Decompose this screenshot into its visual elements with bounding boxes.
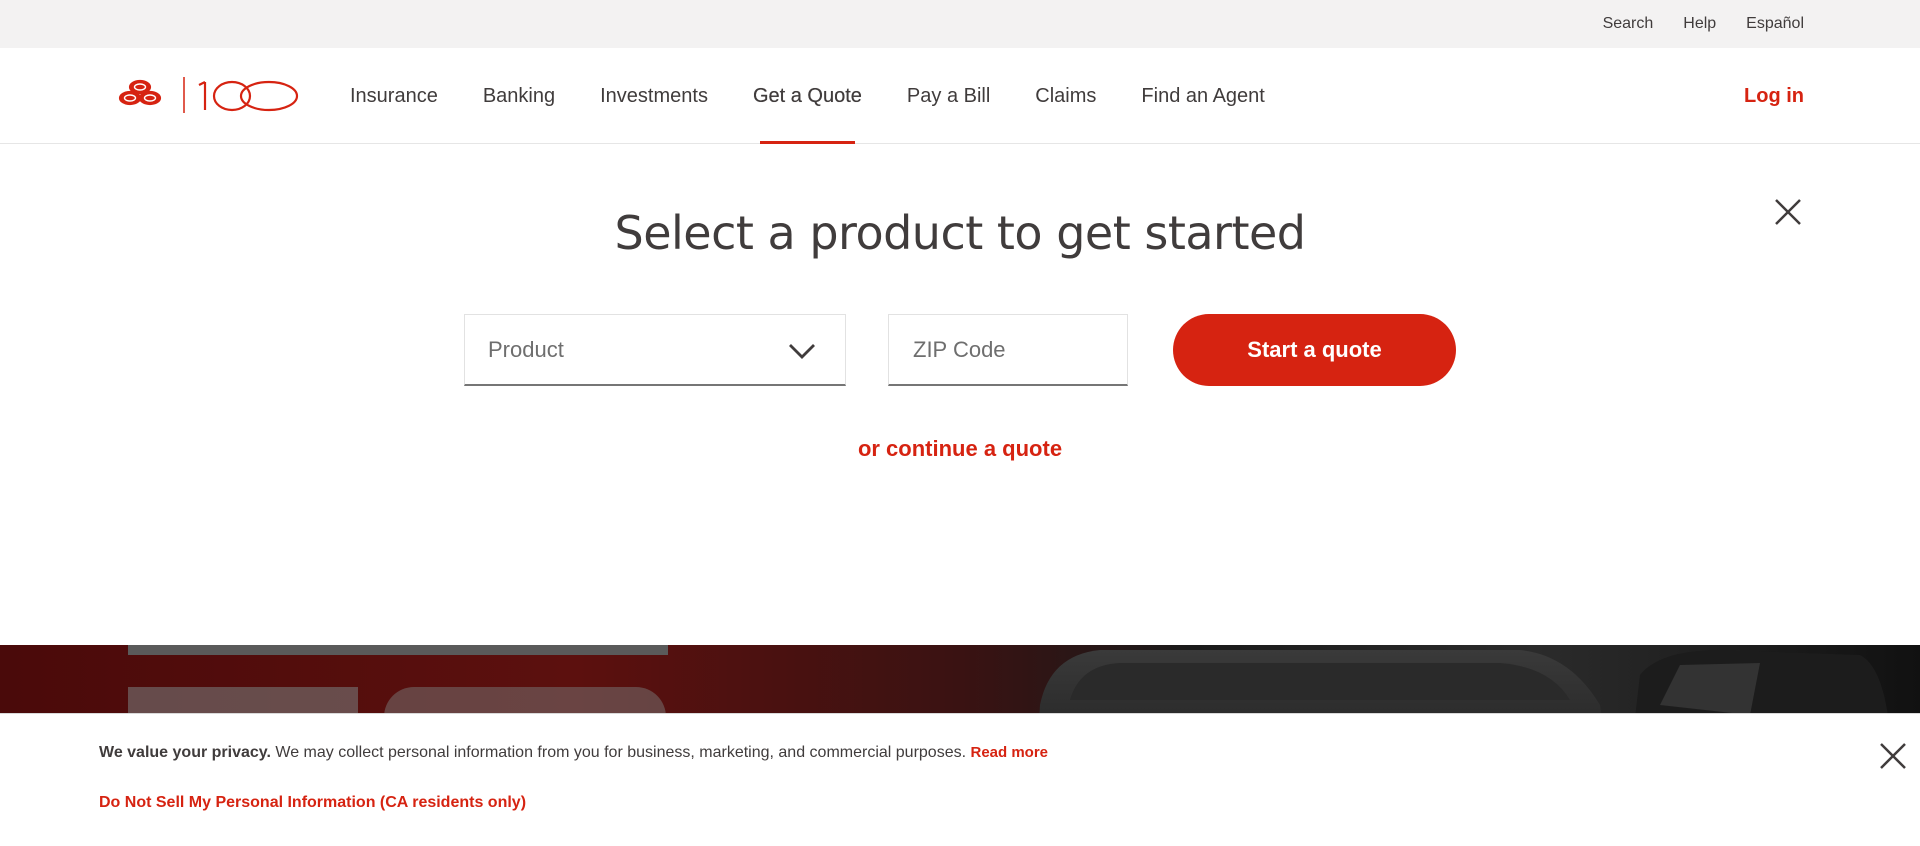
nav-pay-a-bill[interactable]: Pay a Bill	[907, 48, 990, 144]
login-link[interactable]: Log in	[1744, 48, 1804, 144]
utility-help-link[interactable]: Help	[1683, 15, 1716, 33]
privacy-banner: We value your privacy. We may collect pe…	[0, 713, 1920, 846]
nav-get-a-quote[interactable]: Get a Quote	[753, 48, 862, 144]
utility-links: Search Help Español	[1603, 0, 1804, 48]
chevron-down-icon	[789, 344, 815, 359]
nav-find-an-agent[interactable]: Find an Agent	[1141, 48, 1264, 144]
product-placeholder: Product	[488, 337, 564, 362]
main-nav: Insurance Banking Investments Get a Quot…	[0, 48, 1920, 144]
utility-language-link[interactable]: Español	[1746, 15, 1804, 33]
hero-headline-placeholder	[128, 645, 668, 655]
zip-code-input[interactable]	[888, 314, 1128, 386]
page-title: Select a product to get started	[614, 206, 1307, 260]
nav-banking[interactable]: Banking	[483, 48, 555, 144]
privacy-body: We may collect personal information from…	[270, 744, 971, 761]
nav-investments[interactable]: Investments	[600, 48, 708, 144]
utility-search-link[interactable]: Search	[1603, 15, 1654, 33]
privacy-message: We value your privacy. We may collect pe…	[99, 744, 1048, 762]
read-more-link[interactable]: Read more	[971, 744, 1049, 761]
state-farm-100-logo[interactable]	[117, 76, 299, 116]
nav-claims[interactable]: Claims	[1035, 48, 1096, 144]
nav-insurance[interactable]: Insurance	[350, 48, 438, 144]
privacy-lead: We value your privacy.	[99, 744, 271, 761]
primary-nav: Insurance Banking Investments Get a Quot…	[350, 48, 1310, 144]
continue-quote-link: or continue a quote	[0, 436, 1920, 462]
do-not-sell-link[interactable]: Do Not Sell My Personal Information (CA …	[99, 794, 526, 812]
quote-panel: Select a product to get started Product …	[0, 144, 1920, 645]
utility-bar: Search Help Español	[0, 0, 1920, 48]
product-dropdown[interactable]: Product	[464, 314, 846, 386]
logo-graphic	[118, 77, 299, 113]
continue-quote-link-text[interactable]: or continue a quote	[858, 436, 1062, 461]
close-icon[interactable]	[1878, 741, 1908, 771]
start-quote-button[interactable]: Start a quote	[1173, 314, 1456, 386]
